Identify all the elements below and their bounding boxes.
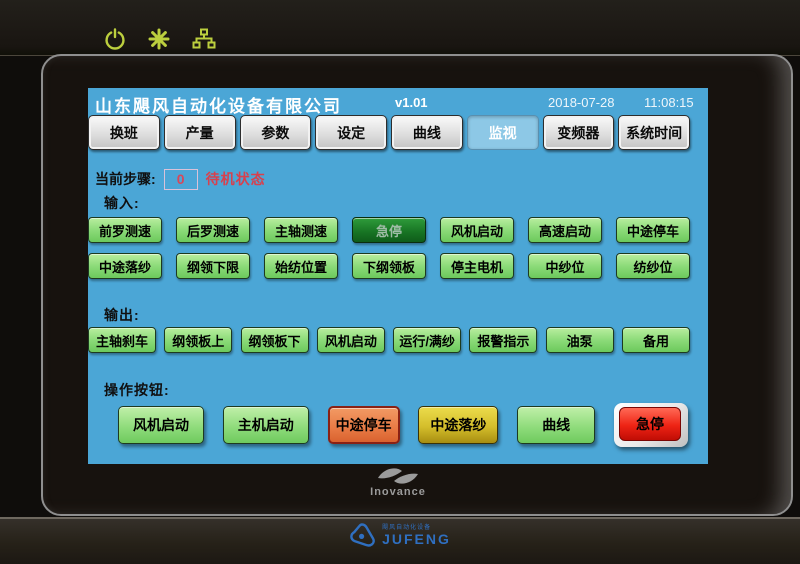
emergency-stop-button-face[interactable]: 急停	[619, 407, 681, 441]
input-lamp: 中纱位	[528, 253, 602, 279]
curve-button[interactable]: 曲线	[517, 406, 595, 444]
device-top-housing	[0, 0, 800, 56]
current-step-value: 0	[164, 169, 198, 190]
output-lamp: 油泵	[546, 327, 614, 353]
current-step-label: 当前步骤:	[95, 169, 156, 189]
tab-parameters[interactable]: 参数	[240, 115, 312, 150]
tab-production[interactable]: 产量	[164, 115, 236, 150]
operation-section-label: 操作按钮:	[104, 380, 170, 400]
input-lamp-row-2: 中途落纱 纲领下限 始纺位置 下纲领板 停主电机 中纱位 纺纱位	[88, 253, 690, 279]
input-lamp: 停主电机	[440, 253, 514, 279]
input-lamp: 下纲领板	[352, 253, 426, 279]
input-lamp: 中途停车	[616, 217, 690, 243]
input-lamp: 风机启动	[440, 217, 514, 243]
jufeng-logo: 飓风自动化设备 JUFENG	[0, 523, 800, 549]
input-lamp: 前罗测速	[88, 217, 162, 243]
input-section-label: 输入:	[104, 193, 140, 213]
current-step-row: 当前步骤: 0 待机状态	[95, 168, 266, 190]
fan-start-button[interactable]: 风机启动	[118, 406, 204, 444]
input-lamp-emergency-stop: 急停	[352, 217, 426, 243]
output-lamp-row: 主轴刹车 纲领板上 纲领板下 风机启动 运行/满纱 报警指示 油泵 备用	[88, 327, 690, 353]
status-indicators	[104, 28, 216, 50]
asterisk-icon	[148, 28, 170, 50]
jufeng-brand-text: JUFENG	[382, 532, 451, 547]
system-time: 11:08:15	[644, 95, 694, 110]
firmware-version: v1.01	[395, 95, 428, 110]
inovance-logo: Inovance	[88, 466, 708, 498]
emergency-stop-button[interactable]: 急停	[614, 403, 688, 447]
device-base: 飓风自动化设备 JUFENG	[0, 517, 800, 564]
input-lamp: 纲领下限	[176, 253, 250, 279]
input-lamp: 后罗测速	[176, 217, 250, 243]
inovance-swoosh-icon	[375, 466, 421, 486]
jufeng-triangle-icon	[349, 523, 375, 549]
input-lamp-row-1: 前罗测速 后罗测速 主轴测速 急停 风机启动 高速启动 中途停车	[88, 217, 690, 243]
input-lamp: 高速启动	[528, 217, 602, 243]
input-lamp: 主轴测速	[264, 217, 338, 243]
hmi-screen: 山东飓风自动化设备有限公司 v1.01 2018-07-28 11:08:15 …	[88, 88, 708, 464]
output-lamp: 纲领板下	[241, 327, 309, 353]
monitor-front-panel: 山东飓风自动化设备有限公司 v1.01 2018-07-28 11:08:15 …	[41, 54, 793, 516]
power-icon	[104, 28, 126, 50]
machine-status-text: 待机状态	[206, 169, 266, 189]
inovance-brand-text: Inovance	[88, 486, 708, 498]
system-date: 2018-07-28	[548, 95, 615, 110]
tab-curve[interactable]: 曲线	[391, 115, 463, 150]
input-lamp: 中途落纱	[88, 253, 162, 279]
tab-system-time[interactable]: 系统时间	[618, 115, 690, 150]
output-lamp: 风机启动	[317, 327, 385, 353]
output-lamp: 纲领板上	[164, 327, 232, 353]
page-title: 山东飓风自动化设备有限公司	[95, 92, 342, 117]
input-lamp: 纺纱位	[616, 253, 690, 279]
operation-button-row: 风机启动 主机启动 中途停车 中途落纱 曲线 急停	[118, 403, 688, 447]
output-lamp: 运行/满纱	[393, 327, 461, 353]
output-lamp: 备用	[622, 327, 690, 353]
input-lamp: 始纺位置	[264, 253, 338, 279]
mid-stop-button[interactable]: 中途停车	[328, 406, 400, 444]
tab-bar: 换班 产量 参数 设定 曲线 监视 变频器 系统时间	[88, 115, 690, 150]
output-section-label: 输出:	[104, 305, 140, 325]
mid-doffing-button[interactable]: 中途落纱	[418, 406, 498, 444]
main-machine-start-button[interactable]: 主机启动	[223, 406, 309, 444]
output-lamp: 报警指示	[469, 327, 537, 353]
network-icon	[192, 28, 216, 50]
tab-shift-change[interactable]: 换班	[88, 115, 160, 150]
tab-settings[interactable]: 设定	[315, 115, 387, 150]
tab-inverter[interactable]: 变频器	[543, 115, 615, 150]
tab-monitor[interactable]: 监视	[467, 115, 539, 150]
output-lamp: 主轴刹车	[88, 327, 156, 353]
